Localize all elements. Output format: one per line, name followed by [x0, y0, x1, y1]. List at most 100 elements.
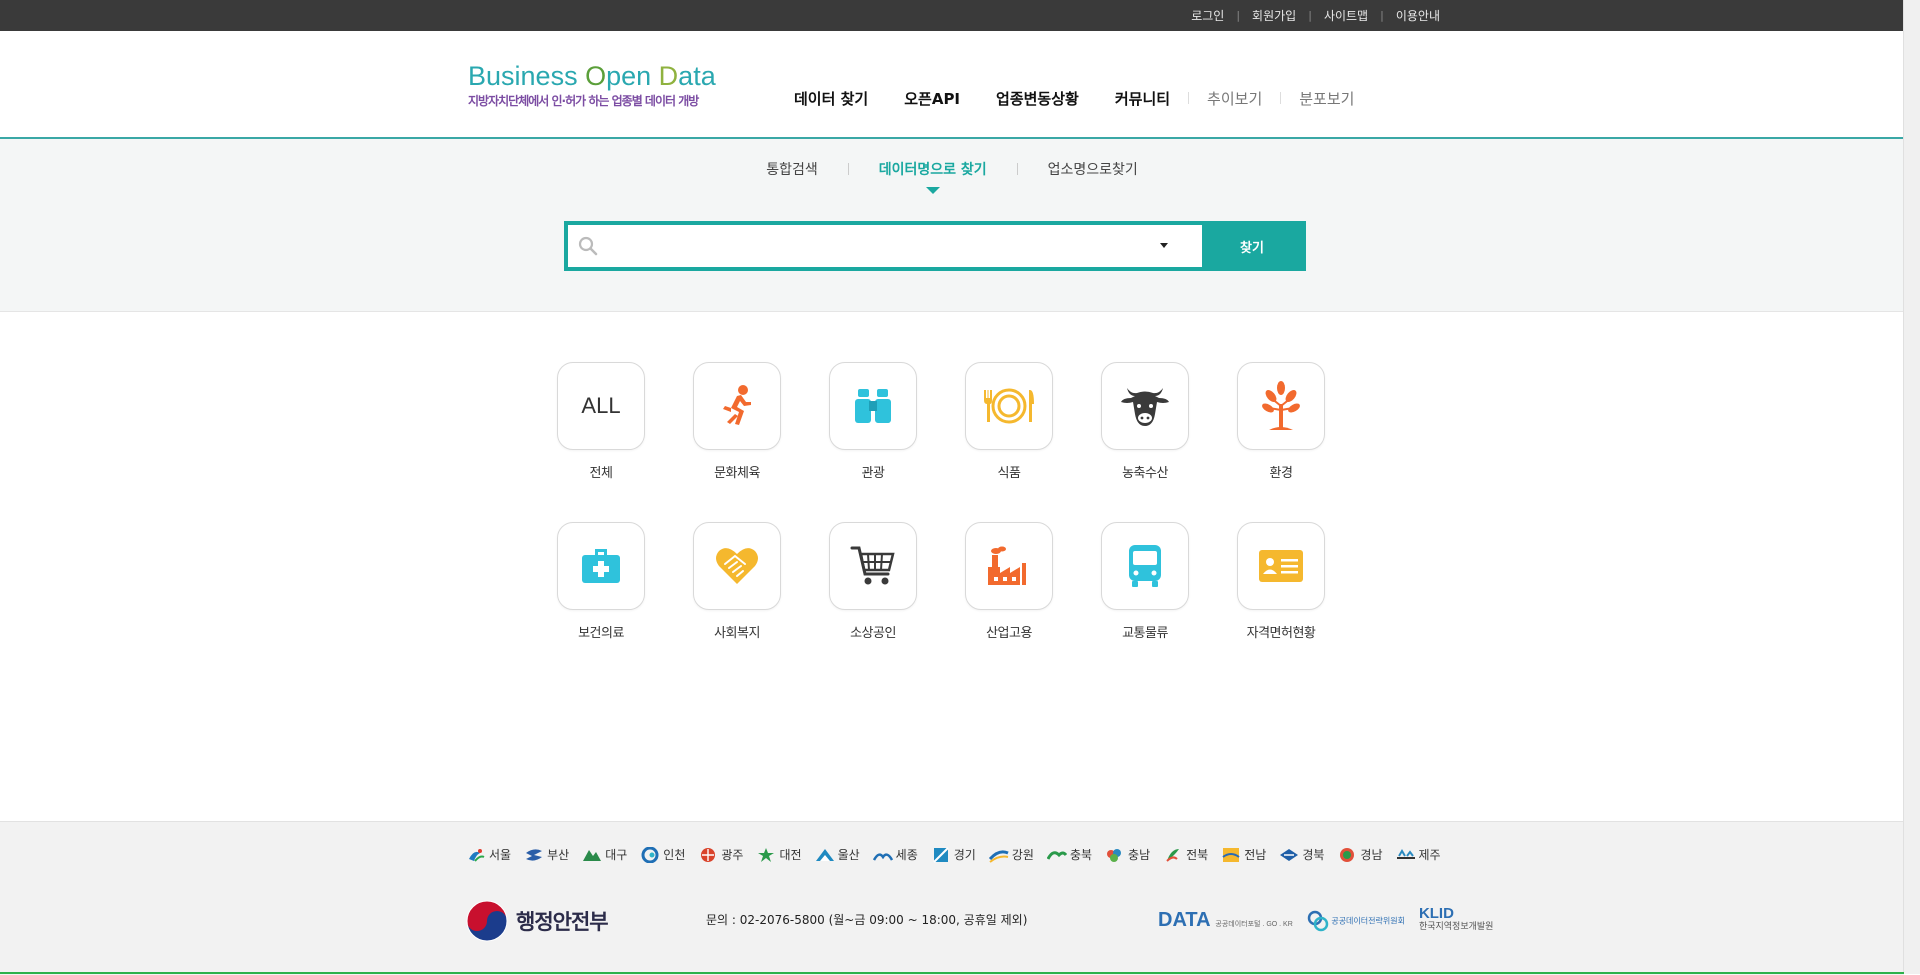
region-incheon[interactable]: 인천 [640, 846, 685, 863]
ministry-name: 행정안전부 [516, 910, 609, 934]
category-label: 식품 [997, 466, 1021, 481]
nav-distribution-view[interactable]: 분포보기 [1281, 88, 1372, 109]
region-chungbuk[interactable]: 충북 [1046, 846, 1092, 863]
gangwon-emblem-icon [988, 849, 1009, 863]
region-seoul[interactable]: 서울 [466, 846, 511, 863]
daejeon-emblem-icon [758, 847, 775, 862]
search-tabs: 통합검색 데이터명으로 찾기 업소명으로찾기 [0, 159, 1904, 194]
region-gyeongbuk[interactable]: 경북 [1279, 846, 1324, 863]
main-navigation: 데이터 찾기 오픈API 업종변동상황 커뮤니티 추이보기 분포보기 [776, 83, 1372, 113]
category-environment[interactable]: 환경 [1237, 362, 1325, 481]
tab-integrated-search[interactable]: 통합검색 [736, 159, 848, 179]
search-section: 통합검색 데이터명으로 찾기 업소명으로찾기 찾기 [0, 139, 1904, 312]
category-all[interactable]: ALL 전체 [557, 362, 645, 481]
signup-link[interactable]: 회원가입 [1252, 7, 1296, 24]
nav-business-changes[interactable]: 업종변동상황 [978, 88, 1097, 109]
gyeongnam-emblem-icon [1340, 847, 1355, 862]
category-culture-sports[interactable]: 문화체육 [693, 362, 781, 481]
gwangju-emblem-icon [701, 847, 716, 862]
nav-find-data[interactable]: 데이터 찾기 [776, 88, 886, 109]
region-sejong[interactable]: 세종 [872, 846, 918, 863]
ministry-logo[interactable]: 행정안전부 [466, 900, 609, 942]
jeju-emblem-icon [1396, 848, 1415, 859]
category-tile [693, 522, 781, 610]
nav-open-api[interactable]: 오픈API [886, 88, 978, 109]
contact-info: 문의 : 02-2076-5800 (월~금 09:00 ~ 18:00, 공휴… [706, 913, 1028, 927]
cow-icon [1121, 388, 1169, 426]
region-chungnam[interactable]: 충남 [1105, 846, 1150, 863]
region-busan[interactable]: 부산 [524, 846, 569, 863]
category-tile [693, 362, 781, 450]
category-label: 산업고용 [986, 626, 1032, 641]
nav-trend-view[interactable]: 추이보기 [1189, 88, 1280, 109]
shopping-cart-icon [850, 546, 895, 585]
partner-data-go-kr[interactable]: DATA 공공데이터포털 . GO . KR [1158, 909, 1293, 932]
daegu-emblem-icon [583, 849, 602, 861]
gyeonggi-emblem-icon [933, 846, 949, 863]
jeonnam-emblem-icon [1222, 847, 1240, 862]
category-label: 전체 [589, 466, 613, 481]
nav-community[interactable]: 커뮤니티 [1097, 88, 1188, 109]
separator: | [1308, 9, 1312, 22]
category-label: 사회복지 [714, 626, 760, 641]
category-food[interactable]: 식품 [965, 362, 1053, 481]
region-gyeongnam[interactable]: 경남 [1337, 846, 1383, 863]
plate-cutlery-icon [984, 388, 1034, 424]
category-transport-logistics[interactable]: 교통물류 [1101, 522, 1189, 641]
search-button[interactable]: 찾기 [1202, 225, 1302, 267]
ulsan-emblem-icon [815, 848, 834, 861]
search-icon [578, 236, 598, 260]
category-label: 자격면허현황 [1246, 626, 1316, 641]
category-label: 소상공인 [850, 626, 896, 641]
sejong-emblem-icon [872, 852, 893, 861]
region-gangwon[interactable]: 강원 [988, 846, 1034, 863]
tree-icon [1262, 381, 1300, 430]
category-tile [965, 362, 1053, 450]
tab-search-by-data-name[interactable]: 데이터명으로 찾기 [849, 159, 1017, 194]
utility-links: 로그인 | 회원가입 | 사이트맵 | 이용안내 [1191, 0, 1440, 31]
search-input[interactable] [606, 231, 1130, 261]
partner-klid[interactable]: KLID 한국지역정보개발원 [1419, 906, 1494, 933]
region-daegu[interactable]: 대구 [582, 846, 627, 863]
region-jeonbuk[interactable]: 전북 [1163, 846, 1208, 863]
partner-open-data-council[interactable]: 공공데이터전략위원회 [1307, 910, 1405, 932]
category-health-medical[interactable]: 보건의료 [557, 522, 645, 641]
factory-icon [988, 546, 1026, 585]
logo-subtitle: 지방자치단체에서 인·허가 하는 업종별 데이터 개방 [468, 94, 699, 108]
search-box: 찾기 [564, 221, 1306, 271]
separator: | [1236, 9, 1241, 22]
vertical-scrollbar[interactable] [1903, 0, 1920, 974]
category-tile [829, 522, 917, 610]
category-tile [1237, 362, 1325, 450]
login-link[interactable]: 로그인 [1191, 7, 1224, 24]
category-tourism[interactable]: 관광 [829, 362, 917, 481]
category-label: 문화체육 [714, 466, 760, 481]
chungbuk-emblem-icon [1046, 850, 1067, 860]
heart-handshake-icon [716, 548, 758, 584]
category-label: 환경 [1269, 466, 1293, 481]
chungnam-emblem-icon [1107, 848, 1122, 862]
category-tile [1101, 522, 1189, 610]
category-license-status[interactable]: 자격면허현황 [1237, 522, 1325, 641]
taegeuk-emblem-icon [466, 900, 508, 942]
sitemap-link[interactable]: 사이트맵 [1324, 7, 1368, 24]
region-ulsan[interactable]: 울산 [815, 846, 860, 863]
guide-link[interactable]: 이용안내 [1396, 7, 1440, 24]
busan-emblem-icon [526, 848, 543, 861]
chevron-down-icon[interactable] [1160, 243, 1168, 248]
category-social-welfare[interactable]: 사회복지 [693, 522, 781, 641]
site-logo[interactable]: Business Open Data 지방자치단체에서 인·허가 하는 업종별 … [468, 61, 738, 121]
jeonbuk-emblem-icon [1166, 848, 1180, 862]
region-jeju[interactable]: 제주 [1396, 846, 1441, 863]
region-gyeonggi[interactable]: 경기 [931, 846, 976, 863]
region-jeonnam[interactable]: 전남 [1221, 846, 1266, 863]
category-agriculture[interactable]: 농축수산 [1101, 362, 1189, 481]
region-daejeon[interactable]: 대전 [756, 846, 802, 863]
category-small-business[interactable]: 소상공인 [829, 522, 917, 641]
tab-search-by-business-name[interactable]: 업소명으로찾기 [1018, 159, 1168, 179]
logo-title: Business Open Data [468, 61, 716, 91]
id-card-icon [1259, 550, 1303, 582]
site-footer: 서울 부산 대구 인천 광주 대전 울산 세종 경기 강원 충북 충남 전북 전… [0, 821, 1904, 975]
category-industry-employment[interactable]: 산업고용 [965, 522, 1053, 641]
region-gwangju[interactable]: 광주 [698, 846, 743, 863]
